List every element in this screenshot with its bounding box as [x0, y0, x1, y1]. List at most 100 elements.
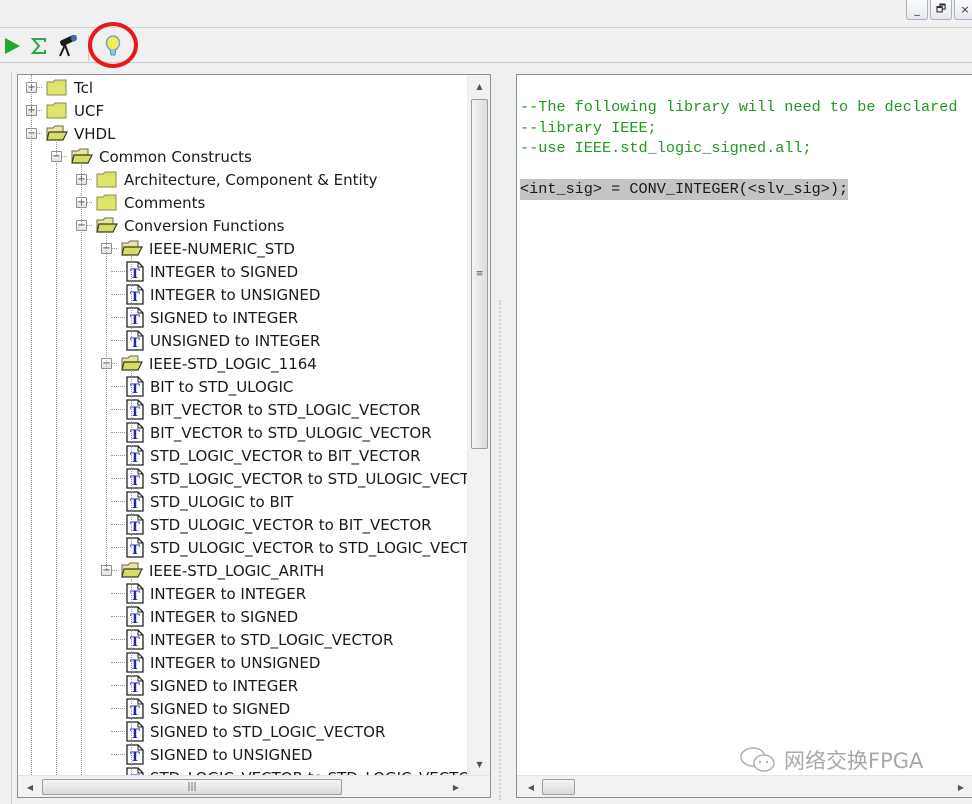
horizontal-scroll-thumb[interactable]: ||| — [42, 779, 342, 795]
tree-connector — [111, 754, 125, 755]
tree-guide-line — [31, 75, 32, 775]
tree-template-node[interactable]: T INTEGER to SIGNED — [126, 605, 298, 628]
tree-template-node[interactable]: T STD_ULOGIC_VECTOR to STD_LOGIC_VECTOR — [126, 536, 467, 559]
scroll-down-arrow[interactable]: ▼ — [468, 755, 490, 773]
scroll-left-arrow[interactable]: ◀ — [521, 776, 541, 797]
tree-node-label: STD_LOGIC_VECTOR to BIT_VECTOR — [150, 446, 421, 465]
tree-folder-node[interactable]: Common Constructs — [71, 145, 252, 168]
tree-vertical-scrollbar[interactable]: ▲ ≡ ▼ — [467, 75, 490, 775]
vertical-scroll-thumb[interactable]: ≡ — [471, 99, 488, 449]
folder-icon — [96, 171, 117, 188]
tree-template-node[interactable]: T INTEGER to STD_LOGIC_VECTOR — [126, 628, 393, 651]
template-doc-icon: T — [126, 376, 144, 397]
tree-folder-node[interactable]: Comments — [96, 191, 205, 214]
tip-button[interactable] — [101, 34, 125, 58]
play-icon — [5, 38, 20, 54]
panel-splitter[interactable] — [499, 300, 501, 800]
template-doc-icon: T — [126, 445, 144, 466]
tree-node-label: INTEGER to SIGNED — [150, 607, 299, 626]
grip-icon: ≡ — [475, 269, 484, 279]
tree-node-label: INTEGER to STD_LOGIC_VECTOR — [150, 630, 394, 649]
tree-node-label: STD_ULOGIC_VECTOR to BIT_VECTOR — [150, 515, 432, 534]
template-doc-icon: T — [126, 468, 144, 489]
tree-connector — [111, 409, 125, 410]
tree-template-node[interactable]: T STD_ULOGIC to BIT — [126, 490, 293, 513]
watermark-text: 网络交换FPGA — [784, 749, 924, 773]
tree-template-node[interactable]: T SIGNED to STD_LOGIC_VECTOR — [126, 720, 385, 743]
tree-template-node[interactable]: T STD_LOGIC_VECTOR to BIT_VECTOR — [126, 444, 421, 467]
template-doc-icon: T — [126, 399, 144, 420]
tree-folder-node[interactable]: Tcl — [46, 76, 93, 99]
tree-template-node[interactable]: T STD_ULOGIC_VECTOR to BIT_VECTOR — [126, 513, 432, 536]
tree-node-label: Comments — [124, 193, 206, 212]
tree-connector — [111, 455, 125, 456]
folder-open-icon — [121, 240, 143, 256]
tree-connector — [111, 432, 125, 433]
tree-template-node[interactable]: T SIGNED to SIGNED — [126, 697, 290, 720]
code-comment-line: --library IEEE; — [520, 118, 957, 139]
folder-open-icon — [96, 217, 118, 233]
tree-node-label: Conversion Functions — [124, 216, 285, 235]
template-doc-icon: T — [126, 744, 144, 765]
horizontal-scroll-thumb[interactable] — [542, 779, 575, 795]
tree-template-node[interactable]: T SIGNED to UNSIGNED — [126, 743, 312, 766]
code-preview[interactable]: --The following library will need to be … — [520, 97, 957, 200]
tree-folder-node[interactable]: Architecture, Component & Entity — [96, 168, 377, 191]
code-horizontal-scrollbar[interactable]: ◀ ▶ — [517, 775, 972, 797]
template-doc-icon: T — [126, 767, 144, 775]
template-doc-icon: T — [126, 698, 144, 719]
tree-template-node[interactable]: T BIT_VECTOR to STD_LOGIC_VECTOR — [126, 398, 421, 421]
tree-folder-node[interactable]: UCF — [46, 99, 104, 122]
scroll-right-arrow[interactable]: ▶ — [951, 776, 971, 797]
tree-guide-line — [131, 255, 132, 341]
template-doc-icon: T — [126, 537, 144, 558]
tree-template-node[interactable]: T BIT_VECTOR to STD_ULOGIC_VECTOR — [126, 421, 432, 444]
tree-connector — [111, 547, 125, 548]
template-doc-icon: T — [126, 652, 144, 673]
scroll-up-arrow[interactable]: ▲ — [468, 77, 490, 95]
tree-template-node[interactable]: T INTEGER to UNSIGNED — [126, 651, 320, 674]
tree-template-node[interactable]: T INTEGER to UNSIGNED — [126, 283, 320, 306]
tree-template-node[interactable]: TSTD_LOGIC_VECTOR to STD_LOGIC_VECTOR — [126, 766, 467, 775]
find-button[interactable] — [55, 34, 79, 58]
tree-template-node[interactable]: T STD_LOGIC_VECTOR to STD_ULOGIC_VECTOR — [126, 467, 467, 490]
window-controls: _ 🗗 × — [906, 0, 972, 20]
template-doc-icon: T — [126, 491, 144, 512]
minimize-icon: _ — [914, 3, 920, 16]
template-doc-icon: T — [126, 284, 144, 305]
tree-connector — [111, 708, 125, 709]
tree-template-node[interactable]: T INTEGER to SIGNED — [126, 260, 298, 283]
toolbar — [0, 29, 972, 63]
template-doc-icon: T — [126, 514, 144, 535]
language-templates-window: _ 🗗 × + Tcl + UCF − VHDL − Common Constr… — [0, 0, 972, 804]
sigma-icon — [30, 38, 46, 54]
title-bar: _ 🗗 × — [0, 0, 972, 28]
tree-horizontal-scrollbar[interactable]: ◀ ||| ▶ — [18, 775, 490, 797]
tree-folder-node[interactable]: IEEE-STD_LOGIC_ARITH — [121, 559, 324, 582]
close-button[interactable]: × — [954, 0, 972, 20]
tree-template-node[interactable]: T SIGNED to INTEGER — [126, 306, 298, 329]
tree-guide-line — [131, 370, 132, 548]
tree-connector — [111, 731, 125, 732]
sum-button[interactable] — [27, 34, 51, 58]
tree-folder-node[interactable]: IEEE-STD_LOGIC_1164 — [121, 352, 317, 375]
tree-node-label: UNSIGNED to INTEGER — [150, 331, 321, 350]
code-text: --The following library will need to be … — [520, 98, 958, 116]
tree-folder-node[interactable]: IEEE-NUMERIC_STD — [121, 237, 295, 260]
tree-template-node[interactable]: T INTEGER to INTEGER — [126, 582, 306, 605]
tree-node-label: SIGNED to UNSIGNED — [150, 745, 313, 764]
code-comment-line: --use IEEE.std_logic_signed.all; — [520, 138, 957, 159]
tree-folder-node[interactable]: Conversion Functions — [96, 214, 284, 237]
tree-guide-line — [131, 577, 132, 775]
tree-node-label: IEEE-NUMERIC_STD — [149, 239, 295, 258]
scroll-left-arrow[interactable]: ◀ — [20, 776, 40, 797]
tree-template-node[interactable]: T UNSIGNED to INTEGER — [126, 329, 320, 352]
tree-node-label: SIGNED to INTEGER — [150, 676, 299, 695]
tree-template-node[interactable]: T BIT to STD_ULOGIC — [126, 375, 293, 398]
run-button[interactable] — [0, 34, 24, 58]
restore-button[interactable]: 🗗 — [930, 0, 952, 20]
minimize-button[interactable]: _ — [906, 0, 928, 20]
scroll-right-arrow[interactable]: ▶ — [446, 776, 466, 797]
tree-template-node[interactable]: T SIGNED to INTEGER — [126, 674, 298, 697]
